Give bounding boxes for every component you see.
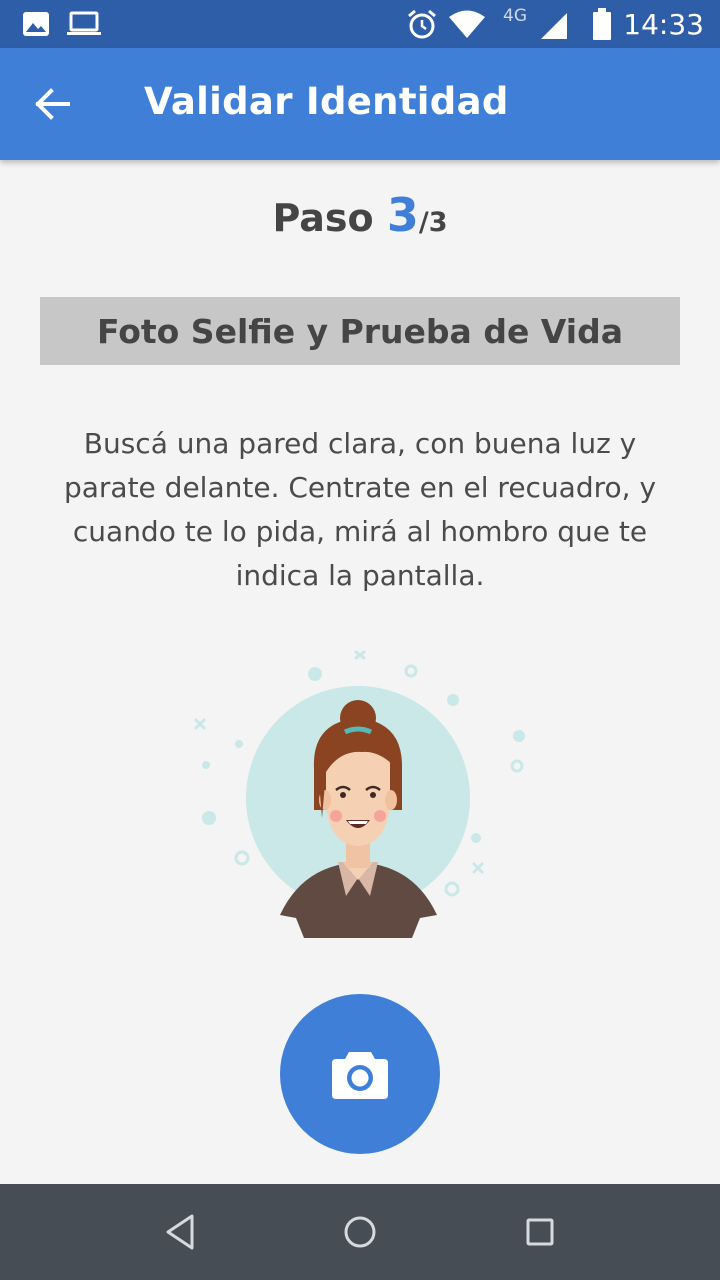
arrow-left-icon [35, 88, 70, 120]
status-bar: 4G 14:33 [0, 0, 720, 48]
home-circle-icon[interactable] [336, 1208, 384, 1256]
signal-icon [541, 13, 567, 39]
network-type-label: 4G [503, 6, 527, 26]
status-time: 14:33 [623, 8, 704, 41]
wifi-icon [449, 10, 485, 38]
back-triangle-icon[interactable] [156, 1208, 204, 1256]
camera-button[interactable] [280, 994, 440, 1154]
recents-square-icon[interactable] [516, 1208, 564, 1256]
step-total: /3 [418, 207, 448, 238]
back-button[interactable] [22, 74, 82, 134]
camera-icon [332, 1052, 388, 1099]
system-nav-bar [0, 1184, 720, 1280]
step-indicator: Paso 3/3 [0, 188, 720, 242]
selfie-woman-illustration [194, 650, 525, 938]
battery-icon [593, 8, 611, 40]
step-current: 3 [386, 188, 419, 242]
instructions-text: Buscá una pared clara, con buena luz y p… [63, 427, 657, 592]
image-icon [23, 12, 49, 36]
app-bar: Validar Identidad [0, 48, 720, 160]
alarm-icon [408, 9, 436, 39]
laptop-icon [67, 11, 101, 35]
section-header: Foto Selfie y Prueba de Vida [40, 297, 680, 365]
step-label: Paso [272, 196, 387, 240]
page-title: Validar Identidad [144, 80, 509, 123]
